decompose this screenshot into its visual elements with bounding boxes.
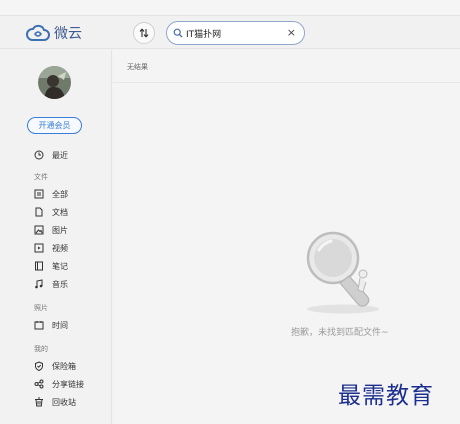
clock-icon	[34, 150, 44, 160]
results-header: 无结果	[113, 50, 460, 83]
no-result-label: 无结果	[127, 63, 148, 71]
sidebar-item-label: 时间	[52, 320, 68, 330]
sidebar-item-label: 最近	[52, 150, 68, 160]
sidebar-item-label: 音乐	[52, 279, 68, 289]
sidebar-item-timeline[interactable]: 时间	[34, 318, 68, 332]
sort-arrows-icon	[139, 28, 149, 38]
calendar-icon	[34, 320, 44, 330]
section-mine: 我的	[34, 345, 48, 353]
trash-icon	[34, 397, 44, 407]
sidebar-item-recent[interactable]: 最近	[34, 148, 68, 162]
sidebar-item-share[interactable]: 分享链接	[34, 377, 84, 391]
sidebar-item-music[interactable]: 音乐	[34, 277, 68, 291]
window-top-strip	[0, 0, 460, 16]
sidebar-item-notes[interactable]: 笔记	[34, 259, 68, 273]
sidebar-item-trash[interactable]: 回收站	[34, 395, 76, 409]
sidebar-item-label: 文档	[52, 207, 68, 217]
sidebar-item-all[interactable]: 全部	[34, 187, 68, 201]
video-icon	[34, 243, 44, 253]
cloud-logo-icon	[26, 24, 50, 41]
search-input[interactable]	[186, 28, 282, 38]
sidebar-item-images[interactable]: 图片	[34, 223, 68, 237]
image-icon	[34, 225, 44, 235]
section-photos: 照片	[34, 304, 48, 312]
note-icon	[34, 261, 44, 271]
share-icon	[34, 379, 44, 389]
document-icon	[34, 207, 44, 217]
sort-button[interactable]	[133, 22, 155, 44]
search-box[interactable]: ×	[166, 21, 305, 45]
sidebar-item-docs[interactable]: 文档	[34, 205, 68, 219]
sidebar: 开通会员 最近 文件 全部 文档 图片 视频 笔记 音乐 照片 时间 我的 保险…	[0, 50, 112, 424]
search-icon	[173, 28, 183, 38]
user-photo	[38, 66, 71, 99]
app-header: 微云 ×	[0, 16, 460, 49]
sidebar-item-label: 视频	[52, 243, 68, 253]
sidebar-item-label: 全部	[52, 189, 68, 199]
sidebar-item-label: 分享链接	[52, 379, 84, 389]
app-logo[interactable]: 微云	[26, 23, 82, 43]
clear-search-icon[interactable]: ×	[287, 26, 296, 40]
empty-message: 抱歉，未找到匹配文件~	[291, 328, 389, 338]
empty-search-magnifier-icon	[306, 231, 379, 314]
open-vip-button[interactable]: 开通会员	[27, 117, 82, 134]
sidebar-item-label: 回收站	[52, 397, 76, 407]
music-icon	[34, 279, 44, 289]
grid-icon	[34, 189, 44, 199]
watermark: 最需教育	[338, 383, 434, 409]
section-files: 文件	[34, 173, 48, 181]
sidebar-item-video[interactable]: 视频	[34, 241, 68, 255]
main-content: 无结果 抱歉，未找到匹配文件~	[113, 50, 460, 424]
avatar[interactable]	[38, 66, 71, 99]
app-name: 微云	[54, 26, 82, 42]
sidebar-item-label: 笔记	[52, 261, 68, 271]
sidebar-item-label: 图片	[52, 225, 68, 235]
sidebar-item-safe[interactable]: 保险箱	[34, 359, 76, 373]
shield-icon	[34, 361, 44, 371]
sidebar-item-label: 保险箱	[52, 361, 76, 371]
